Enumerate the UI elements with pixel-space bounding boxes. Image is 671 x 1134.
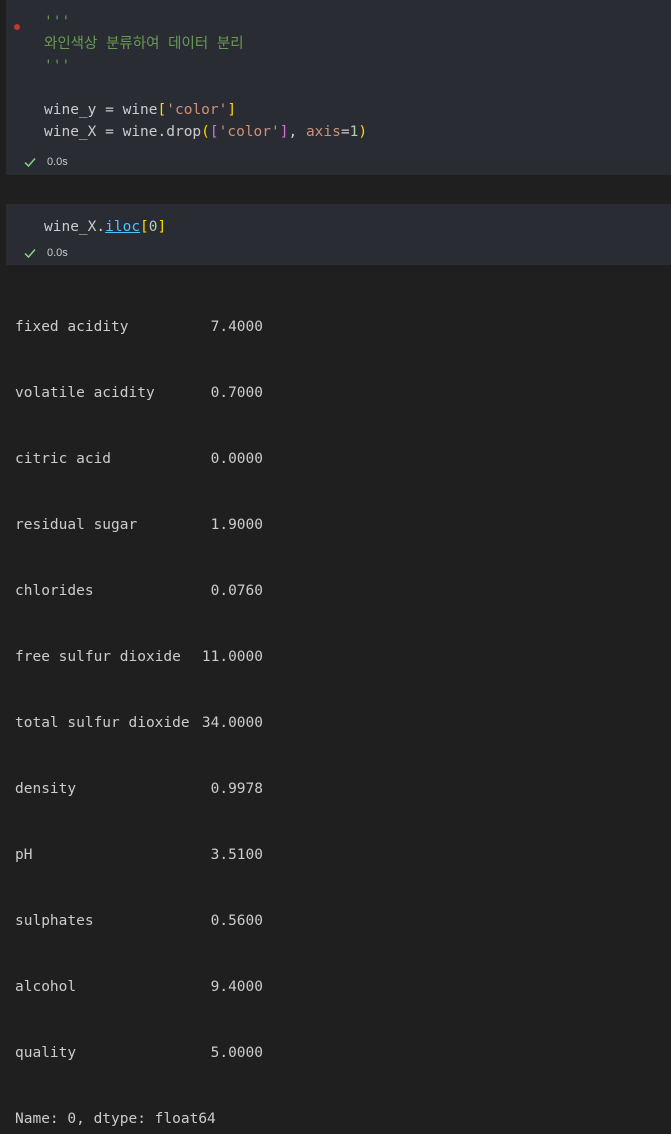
output-row: residual sugar 1.9000 (15, 517, 263, 533)
unsaved-dot-icon (14, 24, 20, 30)
code-token: wine_y (44, 102, 97, 118)
output-row: free sulfur dioxide 11.0000 (15, 649, 263, 665)
code-token: = (340, 124, 350, 140)
code-param: axis (305, 124, 341, 140)
code-string: 'color' (166, 102, 228, 118)
cell-status-2: 0.0s (23, 244, 68, 262)
check-icon (24, 158, 36, 168)
code-token: wine_X (44, 124, 97, 140)
output-row: fixed acidity 7.4000 (15, 319, 263, 335)
code-editor-2[interactable]: wine_X.iloc[0] (44, 216, 166, 238)
execution-time: 0.0s (47, 247, 68, 259)
output-row: sulphates 0.5600 (15, 913, 263, 929)
code-token: wine.drop (122, 124, 202, 140)
output-row: pH 3.5100 (15, 847, 263, 863)
code-token: wine_X (44, 219, 97, 235)
code-token: = (96, 102, 123, 118)
execution-time: 0.0s (47, 156, 68, 168)
code-token: = (96, 124, 123, 140)
output-row: chlorides 0.0760 (15, 583, 263, 599)
docstring-close: ''' (44, 58, 71, 74)
output-row: citric acid 0.0000 (15, 451, 263, 467)
code-cell-1[interactable]: ''' 와인색상 분류하여 데이터 분리 ''' wine_y = wine['… (6, 0, 671, 175)
code-cell-2[interactable]: wine_X.iloc[0] 0.0s (6, 204, 671, 265)
code-token: . (96, 219, 106, 235)
docstring-text: 와인색상 분류하여 데이터 분리 (44, 36, 244, 52)
output-row: density 0.9978 (15, 781, 263, 797)
check-icon (24, 249, 36, 259)
output-row: quality 5.0000 (15, 1045, 263, 1061)
cell-output: fixed acidity 7.4000 volatile acidity 0.70… (15, 272, 263, 1134)
code-token: wine (122, 102, 158, 118)
code-token: , (288, 124, 306, 140)
output-row: alcohol 9.4000 (15, 979, 263, 995)
code-string: 'color' (218, 124, 280, 140)
code-number: 0 (148, 219, 158, 235)
code-attr-link[interactable]: iloc (105, 219, 140, 235)
output-footer: Name: 0, dtype: float64 (15, 1111, 216, 1127)
output-row: volatile acidity 0.7000 (15, 385, 263, 401)
output-row: total sulfur dioxide 34.0000 (15, 715, 263, 731)
cell-status-1: 0.0s (23, 153, 68, 171)
code-editor-1[interactable]: ''' 와인색상 분류하여 데이터 분리 ''' wine_y = wine['… (44, 11, 367, 143)
docstring-open: ''' (44, 14, 71, 30)
